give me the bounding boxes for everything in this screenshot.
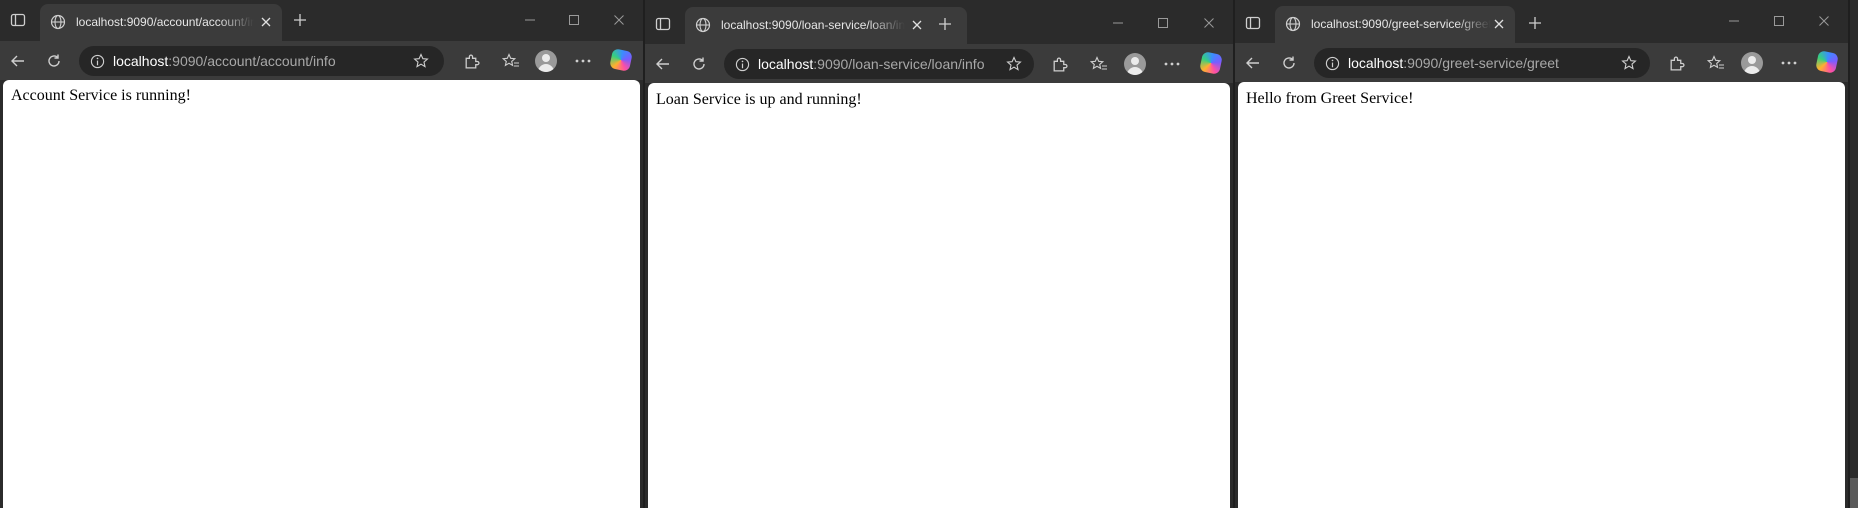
page-text: Hello from Greet Service!: [1246, 90, 1414, 107]
tab-active[interactable]: localhost:9090/loan-service/loan/info: [685, 7, 967, 44]
url-path: :9090/greet-service/greet: [1403, 55, 1559, 71]
favorites-icon[interactable]: [1704, 51, 1728, 75]
star-icon[interactable]: [1006, 56, 1022, 72]
url-text: localhost:9090/account/account/info: [113, 53, 336, 69]
address-bar[interactable]: localhost:9090/account/account/info: [79, 46, 444, 76]
globe-icon: [695, 17, 711, 33]
maximize-icon[interactable]: [1769, 11, 1789, 31]
tab-title: localhost:9090/account/account/info: [76, 15, 254, 29]
close-icon[interactable]: [258, 14, 274, 30]
more-icon[interactable]: [1160, 52, 1184, 76]
puzzle-icon[interactable]: [1047, 52, 1071, 76]
page-text: Account Service is running!: [11, 87, 191, 104]
star-icon[interactable]: [413, 53, 429, 69]
url-host: localhost: [1348, 55, 1404, 71]
reload-icon[interactable]: [1277, 51, 1301, 75]
more-icon[interactable]: [571, 49, 595, 73]
more-icon[interactable]: [1777, 51, 1801, 75]
url-host: localhost: [758, 56, 814, 72]
close-window-icon[interactable]: [1814, 11, 1834, 31]
minimize-icon[interactable]: [520, 10, 540, 30]
tab-actions-icon[interactable]: [8, 10, 28, 30]
address-bar[interactable]: localhost:9090/loan-service/loan/info: [724, 49, 1034, 79]
avatar[interactable]: [535, 50, 557, 72]
tab-actions-icon[interactable]: [653, 14, 673, 34]
url-host: localhost: [113, 53, 169, 69]
tab-active[interactable]: localhost:9090/greet-service/greet: [1275, 6, 1515, 43]
plus-icon[interactable]: [935, 14, 955, 34]
desktop-edge: [1850, 0, 1858, 508]
reload-icon[interactable]: [687, 52, 711, 76]
back-arrow-icon[interactable]: [6, 49, 30, 73]
close-icon[interactable]: [909, 17, 925, 33]
browser-window-greet: localhost:9090/greet-service/greet local…: [1235, 0, 1848, 508]
puzzle-icon[interactable]: [459, 49, 483, 73]
page-content: Account Service is running!: [3, 80, 640, 508]
tab-strip: localhost:9090/loan-service/loan/info: [645, 0, 1233, 44]
tab-active[interactable]: localhost:9090/account/account/info: [40, 4, 282, 41]
url-text: localhost:9090/loan-service/loan/info: [758, 56, 985, 72]
navigation-toolbar: localhost:9090/greet-service/greet: [1235, 43, 1848, 82]
maximize-icon[interactable]: [1153, 13, 1173, 33]
page-text: Loan Service is up and running!: [656, 91, 862, 108]
minimize-icon[interactable]: [1108, 13, 1128, 33]
back-arrow-icon[interactable]: [1241, 51, 1265, 75]
scrollbar[interactable]: [1850, 478, 1858, 508]
star-icon[interactable]: [1621, 55, 1637, 71]
close-icon[interactable]: [1491, 16, 1507, 32]
avatar[interactable]: [1741, 52, 1763, 74]
plus-icon[interactable]: [290, 10, 310, 30]
favorites-icon[interactable]: [1087, 52, 1111, 76]
back-arrow-icon[interactable]: [651, 52, 675, 76]
navigation-toolbar: localhost:9090/account/account/info: [0, 41, 643, 80]
info-icon[interactable]: [1324, 55, 1340, 71]
info-icon[interactable]: [734, 56, 750, 72]
url-path: :9090/account/account/info: [168, 53, 336, 69]
reload-icon[interactable]: [42, 49, 66, 73]
url-path: :9090/loan-service/loan/info: [813, 56, 985, 72]
address-bar[interactable]: localhost:9090/greet-service/greet: [1314, 48, 1650, 78]
copilot-icon[interactable]: [609, 48, 633, 72]
copilot-icon[interactable]: [1199, 51, 1223, 75]
url-text: localhost:9090/greet-service/greet: [1348, 55, 1559, 71]
globe-icon: [50, 14, 66, 30]
page-content: Loan Service is up and running!: [648, 83, 1230, 508]
minimize-icon[interactable]: [1724, 11, 1744, 31]
tab-title: localhost:9090/greet-service/greet: [1311, 17, 1491, 31]
favorites-icon[interactable]: [499, 49, 523, 73]
close-window-icon[interactable]: [609, 10, 629, 30]
close-window-icon[interactable]: [1199, 13, 1219, 33]
tab-title: localhost:9090/loan-service/loan/info: [721, 18, 905, 32]
navigation-toolbar: localhost:9090/loan-service/loan/info: [645, 44, 1233, 83]
info-icon[interactable]: [89, 53, 105, 69]
page-content: Hello from Greet Service!: [1238, 82, 1845, 508]
plus-icon[interactable]: [1525, 13, 1545, 33]
browser-window-loan: localhost:9090/loan-service/loan/info lo…: [645, 0, 1233, 508]
tab-strip: localhost:9090/account/account/info: [0, 0, 643, 41]
maximize-icon[interactable]: [564, 10, 584, 30]
copilot-icon[interactable]: [1815, 50, 1839, 74]
browser-window-account: localhost:9090/account/account/info loca…: [0, 0, 643, 508]
globe-icon: [1285, 16, 1301, 32]
tab-actions-icon[interactable]: [1243, 13, 1263, 33]
puzzle-icon[interactable]: [1664, 51, 1688, 75]
avatar[interactable]: [1124, 53, 1146, 75]
tab-strip: localhost:9090/greet-service/greet: [1235, 0, 1848, 43]
